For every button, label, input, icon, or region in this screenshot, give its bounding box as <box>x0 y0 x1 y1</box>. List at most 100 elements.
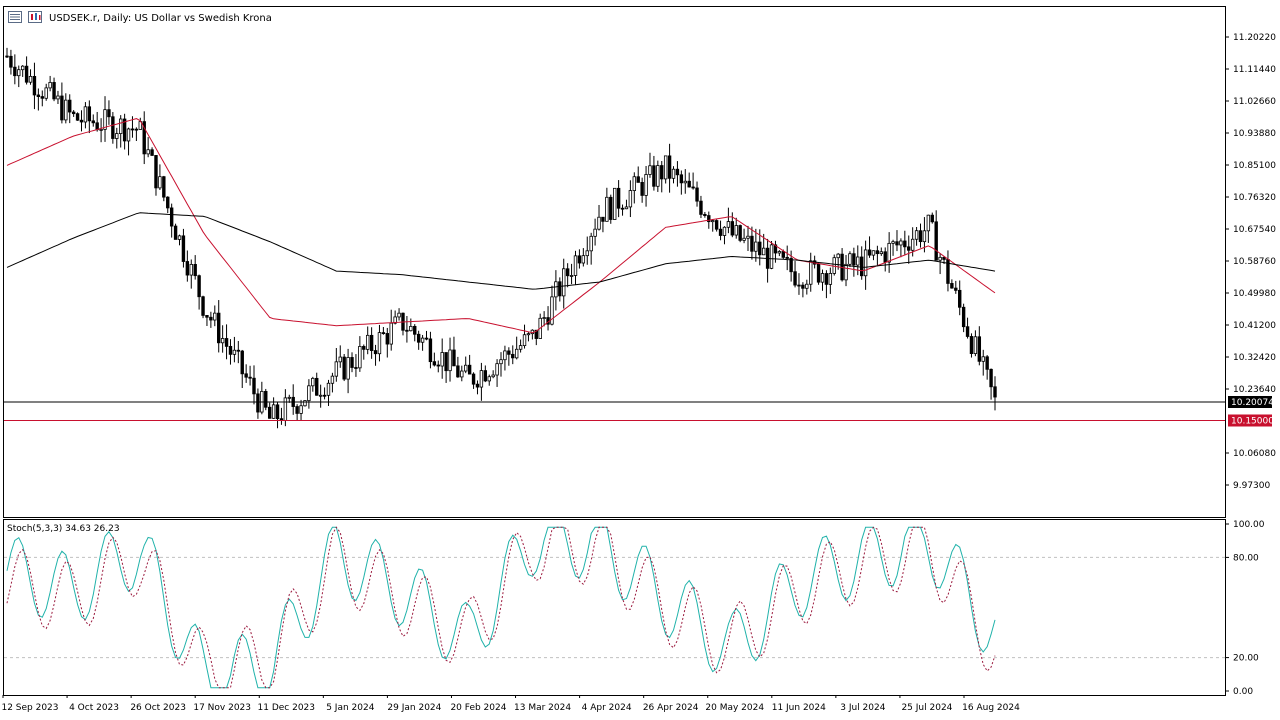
candle-body <box>52 82 56 100</box>
candle-body <box>193 263 197 277</box>
candle-body <box>326 382 331 396</box>
candle-body <box>597 216 601 230</box>
candle-body <box>224 338 229 347</box>
candle-body <box>354 367 358 369</box>
candle-body <box>436 364 440 367</box>
candle-body <box>197 275 201 298</box>
candle-body <box>667 155 672 179</box>
time-axis-label: 25 Jul 2024 <box>901 703 952 713</box>
candle-body <box>213 312 217 321</box>
candle-body <box>64 99 68 121</box>
candle-body <box>518 345 523 350</box>
candle-body <box>789 258 793 273</box>
candle-body <box>428 338 433 363</box>
candle-body <box>542 317 546 319</box>
candle-body <box>460 370 464 378</box>
candle-body <box>683 180 687 184</box>
time-axis-label: 20 May 2024 <box>705 703 764 713</box>
time-axis-label: 12 Sep 2023 <box>1 703 58 713</box>
candle-body <box>397 312 401 318</box>
candle-body <box>954 287 958 291</box>
current-price-badge: 10.20074 <box>1228 395 1274 408</box>
candle-body <box>118 118 123 134</box>
candle-body <box>377 332 382 355</box>
candle-body <box>32 75 37 96</box>
candle-body <box>416 333 421 343</box>
candle-body <box>350 357 354 368</box>
candle-body <box>248 376 252 379</box>
candle <box>264 388 268 411</box>
candle-body <box>628 190 633 208</box>
price-tick-label: 9.97300 <box>1233 481 1270 491</box>
candle-body <box>365 334 370 350</box>
candle-body <box>977 336 982 362</box>
candle-body <box>644 174 648 196</box>
candle-body <box>177 235 182 240</box>
candle-body <box>663 155 668 180</box>
candle <box>816 262 821 285</box>
candle-body <box>703 213 707 216</box>
candle-body <box>150 149 154 156</box>
candle-body <box>816 263 821 283</box>
indicator-tick-label: 20.00 <box>1233 654 1259 664</box>
candle-body <box>381 332 386 335</box>
candle-body <box>777 251 782 254</box>
candle-body <box>307 385 311 402</box>
candle-body <box>338 356 342 363</box>
candle-body <box>769 244 774 269</box>
candle-body <box>205 315 209 318</box>
indicator-panel-frame <box>3 519 1226 696</box>
candle-body <box>754 241 758 252</box>
candle-body <box>577 255 582 264</box>
candle-body <box>448 349 452 372</box>
candle-body <box>965 326 970 337</box>
candle-body <box>409 325 413 332</box>
candle-body <box>330 375 335 384</box>
candle-body <box>185 261 190 276</box>
candle-body <box>346 357 350 380</box>
candle-body <box>413 325 417 335</box>
candle-body <box>554 281 558 298</box>
price-tick-label: 10.49980 <box>1233 289 1276 299</box>
candle-body <box>511 353 515 359</box>
candle-body <box>236 349 241 352</box>
candle-body <box>162 176 166 198</box>
time-axis-label: 16 Aug 2024 <box>962 703 1020 713</box>
chart-canvas[interactable]: USDSEK.r, Daily: US Dollar vs Swedish Kr… <box>0 0 1280 720</box>
candle-body <box>691 186 695 189</box>
time-axis-label: 26 Oct 2023 <box>130 703 186 713</box>
candle-body <box>648 165 652 175</box>
candle-body <box>581 255 586 264</box>
candle-body <box>636 176 640 183</box>
candle-body <box>24 65 29 83</box>
candle-body <box>589 235 593 252</box>
candle-body <box>781 251 785 258</box>
candle-body <box>48 82 52 89</box>
candle-body <box>358 346 362 369</box>
price-tick-label: 10.06080 <box>1233 449 1276 459</box>
candle-body <box>405 329 409 332</box>
price-tick-label: 10.58760 <box>1233 257 1276 267</box>
candle-body <box>879 251 884 255</box>
candle-body <box>797 284 801 287</box>
candle-body <box>240 350 244 375</box>
candle-body <box>687 180 691 188</box>
candle-body <box>28 75 33 83</box>
candle <box>342 353 346 382</box>
candle-body <box>824 273 829 285</box>
menu-icon[interactable] <box>8 11 22 23</box>
candle-body <box>675 168 680 176</box>
candle-body <box>585 250 589 257</box>
candle-body <box>169 207 174 227</box>
candle-body <box>315 377 319 396</box>
candle-body <box>844 263 848 281</box>
candle-body <box>420 337 425 343</box>
candle-body <box>620 207 625 210</box>
candle-body <box>166 196 170 209</box>
candle-body <box>746 235 750 239</box>
candle-body <box>107 109 111 118</box>
chart-type-icon[interactable] <box>28 11 42 23</box>
price-tick-label: 10.93880 <box>1233 129 1276 139</box>
candle-body <box>217 312 221 344</box>
candle-body <box>679 174 684 184</box>
